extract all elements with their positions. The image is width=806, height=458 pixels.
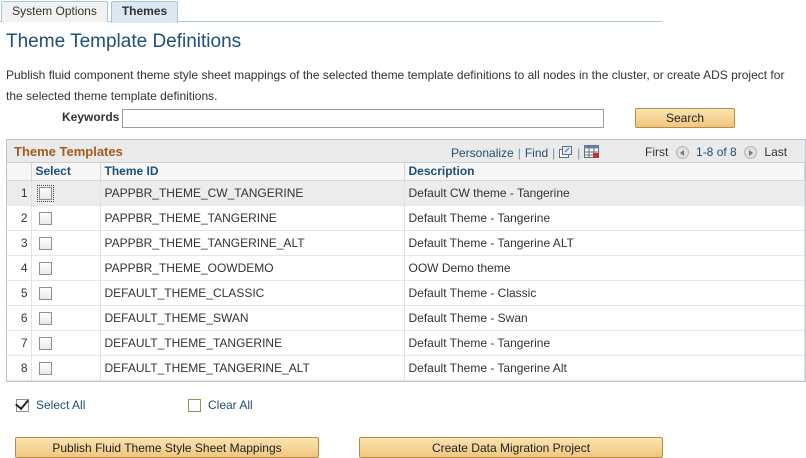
next-arrow-icon[interactable] [744,146,758,159]
row-number: 4 [7,255,32,281]
description-cell: Default Theme - Tangerine ALT [404,230,805,256]
pager: First 1-8 of 8 Last [645,145,787,159]
create-data-migration-project-button[interactable]: Create Data Migration Project [359,437,663,458]
select-all-control[interactable]: Select All [16,398,85,413]
separator: | [552,146,556,160]
checkmark-icon[interactable] [16,399,29,413]
find-link[interactable]: Find [525,146,548,160]
table-row: 1 PAPPBR_THEME_CW_TANGERINE Default CW t… [7,180,805,206]
keywords-input[interactable] [122,109,604,128]
row-number: 2 [7,205,32,231]
table-row: 8 DEFAULT_THEME_TANGERINE_ALT Default Th… [7,355,805,381]
theme-id-cell: DEFAULT_THEME_TANGERINE [100,330,405,356]
row-select-checkbox[interactable] [38,261,52,275]
pager-range: 1-8 of 8 [696,145,737,159]
row-select-checkbox[interactable] [38,211,52,225]
row-number: 1 [7,180,32,206]
row-select-checkbox[interactable] [38,286,52,300]
row-number: 8 [7,355,32,381]
description-cell: Default Theme - Tangerine Alt [404,355,805,381]
row-number: 5 [7,280,32,306]
page-description: Publish fluid component theme style shee… [6,68,785,103]
theme-id-cell: DEFAULT_THEME_CLASSIC [100,280,405,306]
row-number: 6 [7,305,32,331]
description-cell: Default CW theme - Tangerine [404,180,805,206]
pager-first-label: First [645,145,669,159]
table-row: 4 PAPPBR_THEME_OOWDEMO OOW Demo theme [7,255,805,281]
clear-all-control[interactable]: Clear All [188,398,253,413]
publish-mappings-button[interactable]: Publish Fluid Theme Style Sheet Mappings [15,437,319,458]
description-column-header: Description [404,163,805,181]
description-cell: Default Theme - Swan [404,305,805,331]
empty-checkbox-icon[interactable] [188,399,201,413]
description-cell: Default Theme - Classic [404,280,805,306]
row-number: 7 [7,330,32,356]
select-cell [31,180,101,206]
select-cell [31,255,101,281]
row-select-checkbox[interactable] [38,336,52,350]
row-select-checkbox[interactable] [38,361,52,375]
table-row: 3 PAPPBR_THEME_TANGERINE_ALT Default The… [7,230,805,256]
previous-arrow-icon[interactable] [675,146,689,159]
theme-id-cell: PAPPBR_THEME_OOWDEMO [100,255,405,281]
select-cell [31,230,101,256]
theme-id-cell: DEFAULT_THEME_SWAN [100,305,405,331]
new-window-icon[interactable] [559,146,573,162]
tab-themes[interactable]: Themes [111,1,178,23]
theme-templates-grid: Theme Templates Personalize | Find | | Firs… [6,139,806,382]
theme-id-cell: PAPPBR_THEME_TANGERINE_ALT [100,230,405,256]
grid-title: Theme Templates [14,144,123,159]
row-select-checkbox[interactable] [38,236,52,250]
row-select-checkbox[interactable] [36,184,54,202]
theme-id-cell: PAPPBR_THEME_CW_TANGERINE [100,180,405,206]
description-cell: OOW Demo theme [404,255,805,281]
page-title: Theme Template Definitions [6,31,242,52]
keywords-label: Keywords [62,110,120,124]
grid-header: Theme Templates Personalize | Find | | Firs… [7,140,805,163]
table-row: 6 DEFAULT_THEME_SWAN Default Theme - Swa… [7,305,805,331]
theme-id-column-header: Theme ID [100,163,405,181]
clear-all-link[interactable]: Clear All [208,398,253,412]
description-cell: Default Theme - Tangerine [404,330,805,356]
select-cell [31,330,101,356]
theme-templates-table: Select Theme ID Description 1 PAPPBR_THE… [7,163,805,381]
row-number: 3 [7,230,32,256]
select-cell [31,280,101,306]
select-cell [31,355,101,381]
separator: | [577,146,581,160]
table-row: 2 PAPPBR_THEME_TANGERINE Default Theme -… [7,205,805,231]
search-button[interactable]: Search [635,108,735,128]
tab-system-options[interactable]: System Options [1,1,108,22]
tab-bar: System Options Themes [0,0,662,23]
table-header-row: Select Theme ID Description [7,163,805,181]
personalize-link[interactable]: Personalize [451,146,514,160]
table-row: 7 DEFAULT_THEME_TANGERINE Default Theme … [7,330,805,356]
theme-id-cell: DEFAULT_THEME_TANGERINE_ALT [100,355,405,381]
row-number-header [7,163,32,181]
select-cell [31,305,101,331]
select-column-header: Select [31,163,101,181]
row-select-checkbox[interactable] [38,311,52,325]
select-all-link[interactable]: Select All [36,398,85,412]
pager-last-label: Last [764,145,788,159]
separator: | [517,146,521,160]
theme-id-cell: PAPPBR_THEME_TANGERINE [100,205,405,231]
description-cell: Default Theme - Tangerine [404,205,805,231]
download-spreadsheet-icon[interactable] [584,145,600,162]
grid-toolbar: Personalize | Find | | [451,145,600,162]
table-row: 5 DEFAULT_THEME_CLASSIC Default Theme - … [7,280,805,306]
select-cell [31,205,101,231]
